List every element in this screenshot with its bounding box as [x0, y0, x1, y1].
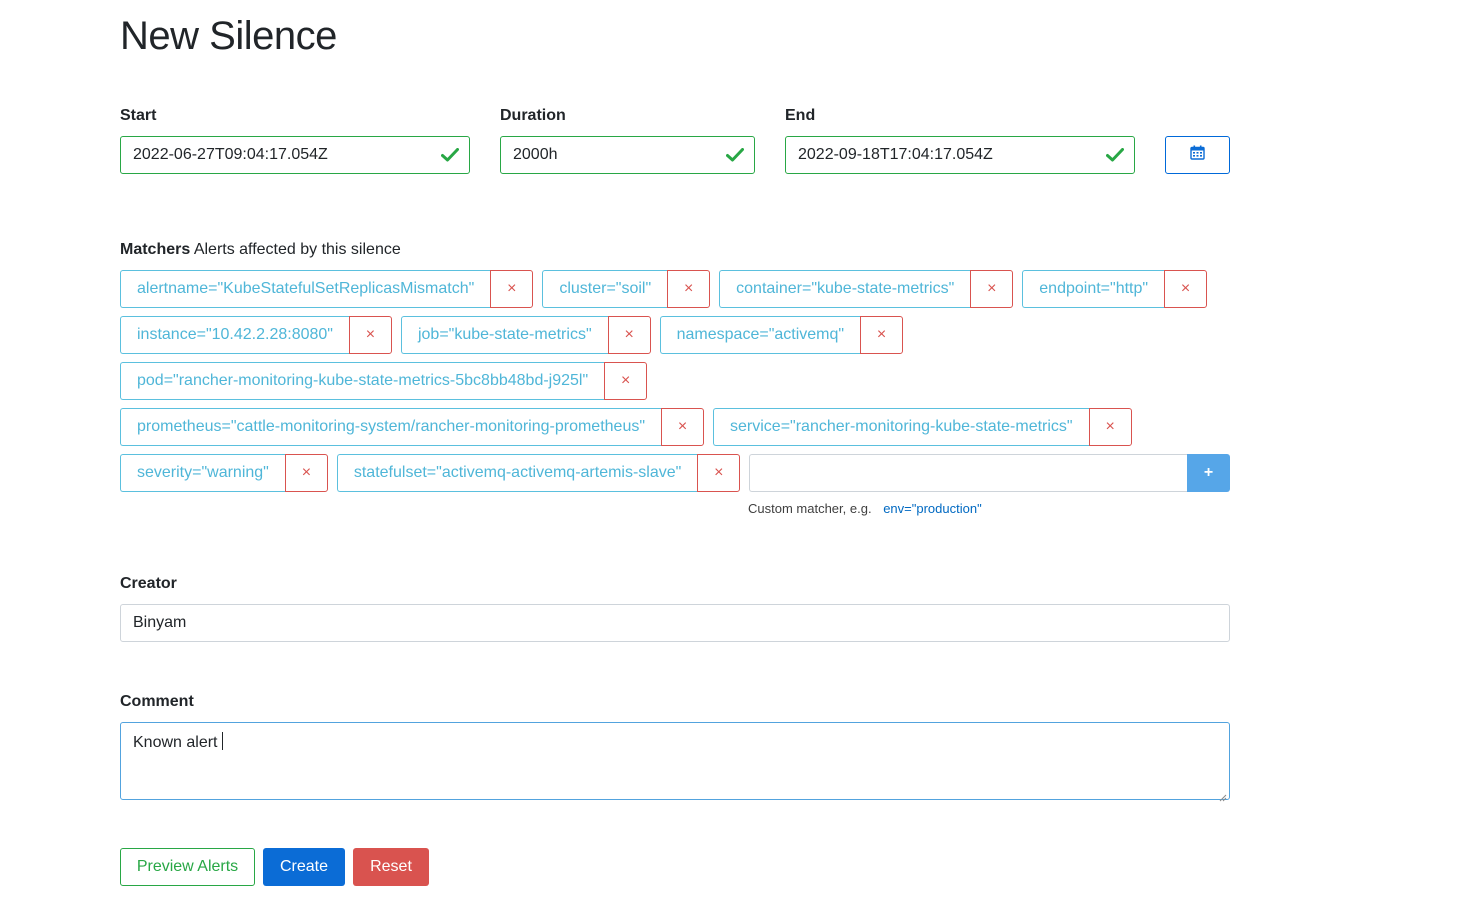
check-icon	[431, 137, 469, 173]
matcher-label[interactable]: pod="rancher-monitoring-kube-state-metri…	[120, 362, 605, 400]
matcher-chip[interactable]: instance="10.42.2.28:8080" ×	[120, 316, 392, 354]
matchers-description: Alerts affected by this silence	[193, 241, 401, 258]
matcher-chip[interactable]: cluster="soil" ×	[542, 270, 711, 308]
end-value: 2022-09-18T17:04:17.054Z	[798, 146, 993, 163]
custom-matcher-hint: Custom matcher, e.g. env="production"	[748, 501, 982, 517]
custom-matcher-hint-text: Custom matcher, e.g.	[748, 501, 872, 516]
matcher-label[interactable]: alertname="KubeStatefulSetReplicasMismat…	[120, 270, 491, 308]
matcher-chip[interactable]: container="kube-state-metrics" ×	[719, 270, 1014, 308]
duration-label: Duration	[500, 107, 566, 124]
matcher-chip[interactable]: pod="rancher-monitoring-kube-state-metri…	[120, 362, 648, 400]
matcher-chip[interactable]: statefulset="activemq-activemq-artemis-s…	[336, 454, 741, 492]
matcher-chip[interactable]: prometheus="cattle-monitoring-system/ran…	[120, 408, 705, 446]
matcher-label[interactable]: statefulset="activemq-activemq-artemis-s…	[336, 454, 698, 492]
matcher-label[interactable]: cluster="soil"	[542, 270, 668, 308]
matcher-chip[interactable]: severity="warning" ×	[120, 454, 328, 492]
remove-matcher-button[interactable]: ×	[490, 270, 534, 308]
matcher-label[interactable]: service="rancher-monitoring-kube-state-m…	[713, 408, 1089, 446]
matcher-chip[interactable]: job="kube-state-metrics" ×	[400, 316, 651, 354]
remove-matcher-button[interactable]: ×	[860, 316, 904, 354]
matcher-list: alertname="KubeStatefulSetReplicasMismat…	[120, 270, 1230, 500]
matcher-row: severity="warning" × statefulset="active…	[120, 454, 1230, 492]
remove-matcher-button[interactable]: ×	[661, 408, 705, 446]
matcher-label[interactable]: endpoint="http"	[1022, 270, 1165, 308]
comment-value: Known alert	[133, 734, 218, 751]
matcher-chip[interactable]: service="rancher-monitoring-kube-state-m…	[713, 408, 1132, 446]
custom-matcher-group: +	[749, 454, 1230, 492]
preview-alerts-button[interactable]: Preview Alerts	[120, 848, 255, 886]
reset-button[interactable]: Reset	[353, 848, 429, 886]
remove-matcher-button[interactable]: ×	[607, 316, 651, 354]
remove-matcher-button[interactable]: ×	[348, 316, 392, 354]
text-caret	[221, 732, 223, 750]
matcher-label[interactable]: namespace="activemq"	[659, 316, 861, 354]
add-matcher-button[interactable]: +	[1187, 454, 1230, 492]
matchers-label: Matchers	[120, 241, 191, 258]
remove-matcher-button[interactable]: ×	[667, 270, 711, 308]
remove-matcher-button[interactable]: ×	[1164, 270, 1208, 308]
start-label: Start	[120, 107, 157, 124]
page-title: New Silence	[120, 14, 337, 58]
matcher-label[interactable]: container="kube-state-metrics"	[719, 270, 971, 308]
custom-matcher-example: env="production"	[883, 501, 982, 516]
check-icon	[1096, 137, 1134, 173]
matcher-row: pod="rancher-monitoring-kube-state-metri…	[120, 362, 1230, 400]
duration-value: 2000h	[513, 146, 558, 163]
matcher-row: instance="10.42.2.28:8080" × job="kube-s…	[120, 316, 1230, 354]
matchers-heading: Matchers Alerts affected by this silence	[120, 240, 401, 260]
matcher-label[interactable]: prometheus="cattle-monitoring-system/ran…	[120, 408, 662, 446]
matcher-row: prometheus="cattle-monitoring-system/ran…	[120, 408, 1230, 446]
matcher-label[interactable]: job="kube-state-metrics"	[400, 316, 608, 354]
end-field[interactable]: 2022-09-18T17:04:17.054Z	[785, 136, 1135, 174]
creator-label: Creator	[120, 575, 177, 592]
start-value: 2022-06-27T09:04:17.054Z	[133, 146, 328, 163]
custom-matcher-input[interactable]	[749, 454, 1187, 492]
check-icon	[716, 137, 754, 173]
comment-label: Comment	[120, 693, 194, 710]
creator-input[interactable]: Binyam	[120, 604, 1230, 642]
matcher-label[interactable]: severity="warning"	[120, 454, 285, 492]
duration-field[interactable]: 2000h	[500, 136, 755, 174]
matcher-chip[interactable]: namespace="activemq" ×	[659, 316, 904, 354]
start-field[interactable]: 2022-06-27T09:04:17.054Z	[120, 136, 470, 174]
remove-matcher-button[interactable]: ×	[970, 270, 1014, 308]
remove-matcher-button[interactable]: ×	[1088, 408, 1132, 446]
remove-matcher-button[interactable]: ×	[697, 454, 741, 492]
end-label: End	[785, 107, 816, 124]
matcher-label[interactable]: instance="10.42.2.28:8080"	[120, 316, 349, 354]
comment-textarea[interactable]: Known alert	[120, 722, 1230, 802]
matcher-chip[interactable]: endpoint="http" ×	[1022, 270, 1208, 308]
remove-matcher-button[interactable]: ×	[284, 454, 328, 492]
remove-matcher-button[interactable]: ×	[604, 362, 648, 400]
create-button[interactable]: Create	[263, 848, 345, 886]
matcher-chip[interactable]: alertname="KubeStatefulSetReplicasMismat…	[120, 270, 534, 308]
calendar-icon	[1190, 145, 1205, 165]
matcher-row: alertname="KubeStatefulSetReplicasMismat…	[120, 270, 1230, 308]
resize-grip-icon[interactable]	[1219, 789, 1227, 802]
calendar-button[interactable]	[1165, 136, 1230, 174]
